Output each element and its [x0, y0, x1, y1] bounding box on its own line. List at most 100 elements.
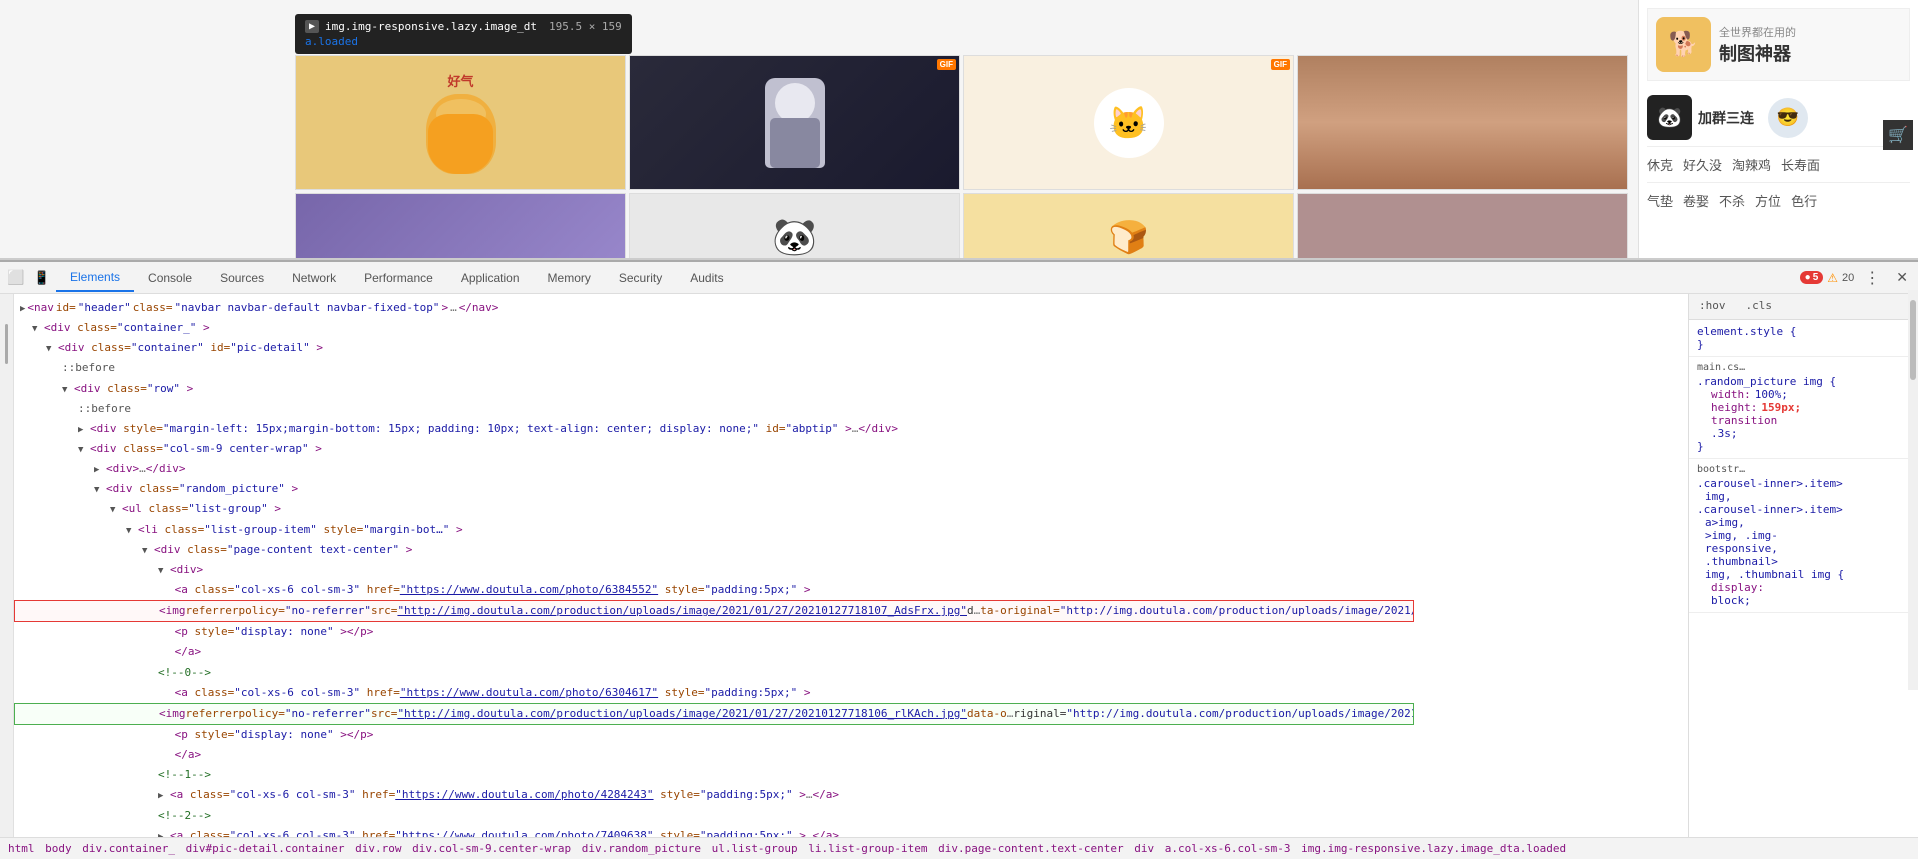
ad-small-text: 全世界都在用的 — [1719, 24, 1796, 40]
tab-application[interactable]: Application — [447, 265, 534, 291]
image-cell-woman[interactable] — [1297, 55, 1628, 190]
image-cell-fatman[interactable]: 好气 — [295, 55, 626, 190]
styles-section-main: main.cs… .random_picture img { width: 10… — [1689, 357, 1918, 459]
dom-line-col-sm-9[interactable]: ▼ <div class="col-sm-9 center-wrap" > — [14, 439, 1688, 459]
devtools-right-controls: ●5 ⚠ 20 ⋮ ✕ — [1800, 266, 1914, 290]
styles-selector-element: element.style { — [1697, 325, 1910, 338]
dom-line-img2[interactable]: <img referrerpolicy="no-referrer" src="h… — [14, 703, 1414, 725]
breadcrumb-a[interactable]: a.col-xs-6.col-sm-3 — [1165, 842, 1291, 855]
cart-icon[interactable]: 🛒 — [1883, 120, 1913, 150]
styles-scrollbar[interactable] — [1908, 294, 1918, 690]
close-devtools-btn[interactable]: ✕ — [1890, 267, 1914, 288]
tag-9[interactable]: 色行 — [1791, 191, 1817, 210]
dom-line-a1[interactable]: <a class="col-xs-6 col-sm-3" href="https… — [14, 580, 1414, 600]
tooltip-dims: 195.5 × 159 — [549, 20, 622, 33]
dom-line-a2[interactable]: <a class="col-xs-6 col-sm-3" href="https… — [14, 683, 1414, 703]
breadcrumb-div-col[interactable]: div.col-sm-9.center-wrap — [412, 842, 571, 855]
tab-security[interactable]: Security — [605, 265, 676, 291]
tab-audits[interactable]: Audits — [676, 265, 737, 291]
styles-prop-width: width: 100%; — [1697, 388, 1910, 401]
tag-2[interactable]: 好久没 — [1683, 155, 1722, 174]
styles-file-bootstrap: bootstr… — [1697, 464, 1910, 475]
warn-count-badge: 20 — [1842, 272, 1854, 284]
styles-panel: :hov .cls element.style { } main.cs… .ra… — [1688, 294, 1918, 837]
dom-line-a3[interactable]: ▶ <a class="col-xs-6 col-sm-3" href="htt… — [14, 785, 1414, 805]
dom-tree-panel[interactable]: ▶ <nav id="header" class="navbar navbar-… — [14, 294, 1688, 837]
device-toolbar-btn[interactable]: 📱 — [30, 266, 54, 290]
styles-section-element: element.style { } — [1689, 320, 1918, 357]
devtools-toolbar: ⬜ 📱 Elements Console Sources Network Per… — [0, 262, 1918, 294]
image-cell-face2[interactable] — [1297, 193, 1628, 258]
inspect-element-btn[interactable]: ⬜ — [4, 266, 28, 290]
dom-line-before2: ::before — [14, 399, 1688, 419]
tab-sources[interactable]: Sources — [206, 265, 278, 291]
breadcrumb-div-pic-detail[interactable]: div#pic-detail.container — [186, 842, 345, 855]
dom-line-row[interactable]: ▼ <div class="row" > — [14, 379, 1688, 399]
ad-tag-row2: 气垫 卷娶 不杀 方位 色行 — [1647, 183, 1910, 218]
dom-line-container-[interactable]: ▼ <div class="container_" > — [14, 318, 1688, 338]
image-cell-panda[interactable]: 🐼 — [629, 193, 960, 258]
dom-line-page-content[interactable]: ▼ <div class="page-content text-center" … — [14, 540, 1688, 560]
tag-4[interactable]: 长寿面 — [1781, 155, 1820, 174]
element-tooltip: ▶ img.img-responsive.lazy.image_dt 195.5… — [295, 14, 632, 54]
dom-line-img1[interactable]: <img referrerpolicy="no-referrer" src="h… — [14, 600, 1414, 622]
more-options-btn[interactable]: ⋮ — [1858, 266, 1886, 290]
tag-6[interactable]: 卷娶 — [1683, 191, 1709, 210]
dom-line-nav[interactable]: ▶ <nav id="header" class="navbar navbar-… — [14, 298, 1688, 318]
tag-8[interactable]: 方位 — [1755, 191, 1781, 210]
dom-line-comment1: <!--1--> — [14, 765, 1688, 785]
dom-line-container[interactable]: ▼ <div class="container" id="pic-detail"… — [14, 338, 1688, 358]
breadcrumb-div-inner[interactable]: div — [1134, 842, 1154, 855]
breadcrumb-img[interactable]: img.img-responsive.lazy.image_dta.loaded — [1301, 842, 1566, 855]
image-cell-anime[interactable]: GIF — [629, 55, 960, 190]
breadcrumb-body[interactable]: body — [45, 842, 72, 855]
breadcrumb-div-random[interactable]: div.random_picture — [582, 842, 701, 855]
devtools-body: ▶ <nav id="header" class="navbar navbar-… — [0, 294, 1918, 837]
tab-performance[interactable]: Performance — [350, 265, 447, 291]
tooltip-text: img.img-responsive.lazy.image_dt — [325, 20, 537, 33]
dom-line-random-picture[interactable]: ▼ <div class="random_picture" > — [14, 479, 1688, 499]
breadcrumb-div-page-content[interactable]: div.page-content.text-center — [938, 842, 1123, 855]
dom-line-p2[interactable]: <p style="display: none" ></p> — [14, 725, 1688, 745]
tag-7[interactable]: 不杀 — [1719, 191, 1745, 210]
image-grid: 好气 GIF GIF 🐱 — [0, 0, 1638, 258]
tag-5[interactable]: 气垫 — [1647, 191, 1673, 210]
triangle-icon: ⚠ — [1827, 271, 1838, 285]
dom-line-ul[interactable]: ▼ <ul class="list-group" > — [14, 499, 1688, 519]
tab-memory[interactable]: Memory — [534, 265, 605, 291]
dom-line-li[interactable]: ▼ <li class="list-group-item" style="mar… — [14, 520, 1114, 540]
styles-tab-cls[interactable]: .cls — [1736, 294, 1783, 319]
breadcrumb-div-container[interactable]: div.container_ — [82, 842, 175, 855]
image-cell-cat[interactable]: GIF 🐱 — [963, 55, 1294, 190]
image-cell-purple[interactable] — [295, 193, 626, 258]
styles-tab-hov[interactable]: :hov — [1689, 294, 1736, 319]
dom-line-div-ellipsis[interactable]: ▶ <div>…</div> — [14, 459, 1688, 479]
dom-line-comment2: <!--2--> — [14, 806, 1688, 826]
dom-line-inner-div[interactable]: ▼ <div> — [14, 560, 1688, 580]
tab-network[interactable]: Network — [278, 265, 350, 291]
dom-line-a4[interactable]: ▶ <a class="col-xs-6 col-sm-3" href="htt… — [14, 826, 1414, 837]
image-cell-food[interactable]: 🍞 — [963, 193, 1294, 258]
tab-console[interactable]: Console — [134, 265, 206, 291]
devtools-panel: ⬜ 📱 Elements Console Sources Network Per… — [0, 260, 1918, 859]
tag-3[interactable]: 淘辣鸡 — [1732, 155, 1771, 174]
dom-line-before1: ::before — [14, 358, 1688, 378]
styles-prop-height: height: 159px; — [1697, 401, 1910, 414]
breadcrumb-html[interactable]: html — [8, 842, 35, 855]
breadcrumb-ul[interactable]: ul.list-group — [712, 842, 798, 855]
ad-panda-row: 🐼 加群三连 😎 — [1647, 89, 1910, 147]
dom-line-close-a1[interactable]: </a> — [14, 642, 1688, 662]
dom-line-close-a2[interactable]: </a> — [14, 745, 1688, 765]
dom-line-p1[interactable]: <p style="display: none" ></p> — [14, 622, 1688, 642]
tag-1[interactable]: 休克 — [1647, 155, 1673, 174]
error-count-badge: ●5 — [1800, 271, 1824, 284]
dom-line-abptip[interactable]: ▶ <div style="margin-left: 15px;margin-b… — [14, 419, 1114, 439]
devtools-breadcrumb: html body div.container_ div#pic-detail.… — [0, 837, 1918, 859]
breadcrumb-li[interactable]: li.list-group-item — [808, 842, 927, 855]
breadcrumb-div-row[interactable]: div.row — [355, 842, 401, 855]
styles-prop-transition: transition — [1697, 414, 1910, 427]
dom-line-comment0: <!--0--> — [14, 663, 1688, 683]
styles-selector-random-pic: .random_picture img { — [1697, 375, 1910, 388]
tab-elements[interactable]: Elements — [56, 264, 134, 292]
webpage-content: ▶ img.img-responsive.lazy.image_dt 195.5… — [0, 0, 1638, 258]
